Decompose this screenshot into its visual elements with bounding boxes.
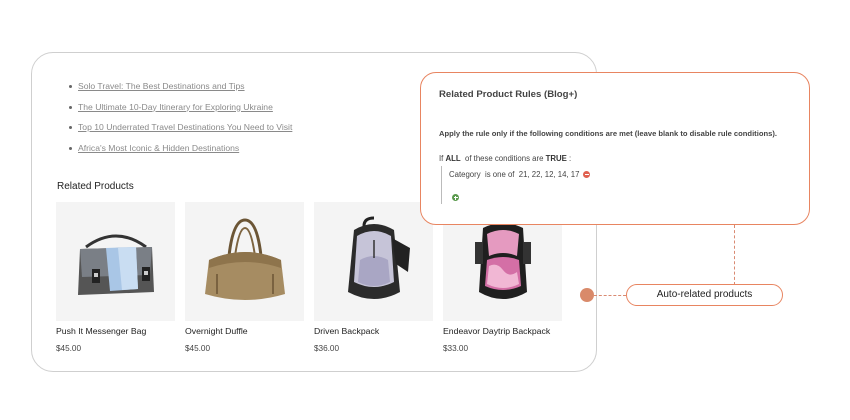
- panel-title: Related Product Rules (Blog+): [439, 89, 578, 100]
- if-middle: of these conditions are: [460, 154, 546, 163]
- list-item: Top 10 Underrated Travel Destinations Yo…: [68, 122, 292, 143]
- product-name[interactable]: Overnight Duffle: [185, 326, 248, 336]
- product-card[interactable]: Push It Messenger Bag $45.00: [56, 202, 175, 353]
- add-condition-icon[interactable]: [452, 194, 459, 201]
- product-price: $45.00: [185, 344, 211, 353]
- callout-dot: [580, 288, 594, 302]
- product-image[interactable]: [56, 202, 175, 321]
- condition-operator[interactable]: is one of: [481, 170, 519, 179]
- condition-attribute[interactable]: Category: [449, 170, 481, 179]
- related-product-rules-panel: Related Product Rules (Blog+) Apply the …: [420, 72, 810, 225]
- list-item: Solo Travel: The Best Destinations and T…: [68, 81, 292, 102]
- backpack-image: [347, 216, 410, 299]
- backpack-image: [474, 215, 531, 299]
- messenger-bag-image: [77, 234, 154, 295]
- aggregator-selector[interactable]: ALL: [446, 154, 461, 163]
- product-image[interactable]: [185, 202, 304, 321]
- condition-row: Category is one of 21, 22, 12, 14, 17: [449, 170, 591, 179]
- product-name[interactable]: Driven Backpack: [314, 326, 379, 336]
- condition-value[interactable]: 21, 22, 12, 14, 17: [519, 170, 580, 179]
- condition-statement: If ALL of these conditions are TRUE :: [439, 154, 571, 163]
- connector-line: [734, 225, 735, 285]
- list-item: The Ultimate 10-Day Itinerary for Explor…: [68, 102, 292, 123]
- product-price: $33.00: [443, 344, 469, 353]
- if-suffix: :: [566, 154, 572, 163]
- conditions-block: Category is one of 21, 22, 12, 14, 17: [441, 166, 642, 204]
- connector-line: [594, 295, 626, 296]
- auto-related-callout: Auto-related products: [626, 284, 783, 306]
- product-name[interactable]: Push It Messenger Bag: [56, 326, 146, 336]
- product-price: $36.00: [314, 344, 340, 353]
- related-products-grid: Push It Messenger Bag $45.00 Overnight D…: [56, 202, 576, 362]
- product-card[interactable]: Overnight Duffle $45.00: [185, 202, 304, 353]
- value-selector[interactable]: TRUE: [546, 154, 567, 163]
- product-price: $45.00: [56, 344, 82, 353]
- product-image[interactable]: [314, 202, 433, 321]
- blog-links-list: Solo Travel: The Best Destinations and T…: [68, 81, 292, 164]
- blog-link[interactable]: Africa's Most Iconic & Hidden Destinatio…: [78, 143, 239, 153]
- duffle-bag-image: [204, 218, 285, 300]
- product-name[interactable]: Endeavor Daytrip Backpack: [443, 326, 550, 336]
- blog-link[interactable]: Solo Travel: The Best Destinations and T…: [78, 81, 245, 91]
- blog-link[interactable]: The Ultimate 10-Day Itinerary for Explor…: [78, 102, 273, 112]
- blog-link[interactable]: Top 10 Underrated Travel Destinations Yo…: [78, 122, 292, 132]
- product-card[interactable]: Driven Backpack $36.00: [314, 202, 433, 353]
- remove-condition-icon[interactable]: [583, 171, 591, 179]
- rules-description: Apply the rule only if the following con…: [439, 129, 777, 138]
- related-products-heading: Related Products: [57, 181, 134, 192]
- list-item: Africa's Most Iconic & Hidden Destinatio…: [68, 143, 292, 164]
